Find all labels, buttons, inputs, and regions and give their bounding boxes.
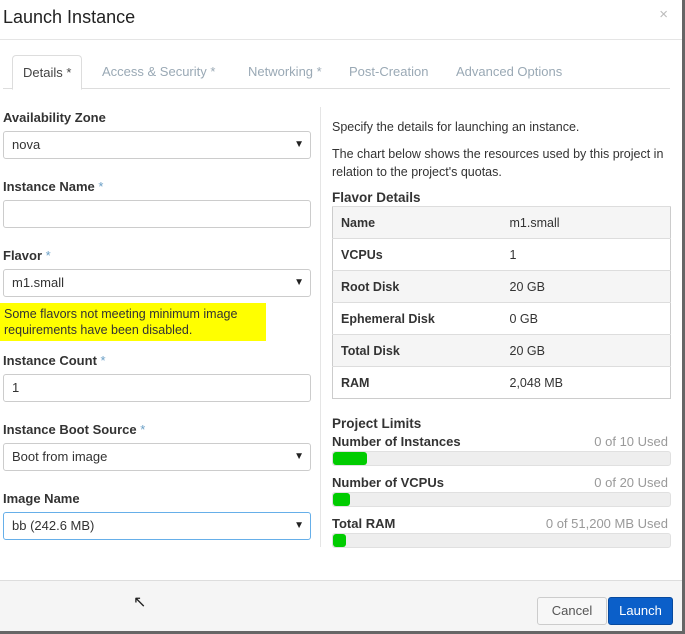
availability-zone-label: Availability Zone (3, 110, 106, 125)
instance-name-label: Instance Name * (3, 179, 104, 194)
limit-progress-bar (332, 451, 671, 466)
flavor-value: 20 GB (501, 270, 671, 303)
flavor-value: 1 (501, 238, 671, 271)
limit-progress-fill (333, 534, 347, 547)
boot-source-label: Instance Boot Source * (3, 422, 146, 437)
launch-button[interactable]: Launch (608, 597, 673, 625)
project-limits-title: Project Limits (332, 416, 422, 431)
limit-name: Total RAM (332, 516, 396, 531)
mouse-cursor-icon: ↖ (133, 594, 147, 611)
flavor-value: 20 GB (501, 334, 671, 367)
flavor-row: Ephemeral Disk 0 GB (332, 302, 671, 335)
dialog-title: Launch Instance (3, 7, 136, 27)
info-text-1: Specify the details for launching an ins… (332, 120, 580, 134)
flavor-row: Name m1.small (332, 206, 671, 239)
limit-used: 0 of 51,200 MB Used (545, 516, 668, 531)
flavor-value: 2,048 MB (501, 366, 671, 399)
flavor-row: VCPUs 1 (332, 238, 671, 271)
limit-used: 0 of 20 Used (594, 475, 668, 490)
tab-advanced-options[interactable]: Advanced Options (446, 55, 572, 89)
flavor-details-table: Name m1.small VCPUs 1 Root Disk 20 GB Ephemera… (332, 206, 671, 399)
tab-bar: Details * Access & Security * Networking… (3, 55, 670, 90)
boot-source-select[interactable]: Boot from image (3, 443, 311, 471)
limit-progress-bar (332, 492, 671, 507)
flavor-warning: Some flavors not meeting minimum image r… (0, 303, 266, 341)
limit-used: 0 of 10 Used (594, 434, 668, 449)
flavor-key: Ephemeral Disk (332, 302, 502, 335)
tab-details[interactable]: Details * (12, 55, 83, 90)
close-icon[interactable]: × (659, 6, 668, 23)
flavor-key: Name (332, 206, 502, 239)
limit-name: Number of VCPUs (332, 475, 444, 490)
flavor-row: Total Disk 20 GB (332, 334, 671, 367)
flavor-value: 0 GB (501, 302, 671, 335)
tab-networking[interactable]: Networking * (238, 55, 332, 89)
cancel-button[interactable]: Cancel (537, 597, 607, 625)
flavor-value: m1.small (501, 206, 671, 239)
availability-zone-select[interactable]: nova (3, 131, 311, 159)
flavor-select[interactable]: m1.small (3, 269, 311, 297)
flavor-row: Root Disk 20 GB (332, 270, 671, 303)
instance-count-input[interactable]: 1 (3, 374, 311, 402)
image-name-select[interactable]: bb (242.6 MB) (3, 512, 311, 540)
instance-count-label: Instance Count * (3, 353, 106, 368)
limit-name: Number of Instances (332, 434, 461, 449)
flavor-row: RAM 2,048 MB (332, 366, 671, 399)
instance-name-input[interactable] (3, 200, 311, 228)
flavor-key: Total Disk (332, 334, 502, 367)
tab-post-creation[interactable]: Post-Creation (339, 55, 438, 89)
info-text-2: The chart below shows the resources used… (332, 147, 664, 179)
flavor-key: VCPUs (332, 238, 502, 271)
limit-progress-fill (333, 452, 367, 465)
image-name-label: Image Name (3, 491, 80, 506)
tab-access-security[interactable]: Access & Security * (92, 55, 225, 89)
column-divider (320, 107, 321, 547)
flavor-label: Flavor * (3, 248, 51, 263)
flavor-details-title: Flavor Details (332, 190, 421, 205)
limit-progress-bar (332, 533, 671, 548)
flavor-key: Root Disk (332, 270, 502, 303)
flavor-key: RAM (332, 366, 502, 399)
limit-progress-fill (333, 493, 350, 506)
dialog-header: Launch Instance × (0, 0, 682, 40)
